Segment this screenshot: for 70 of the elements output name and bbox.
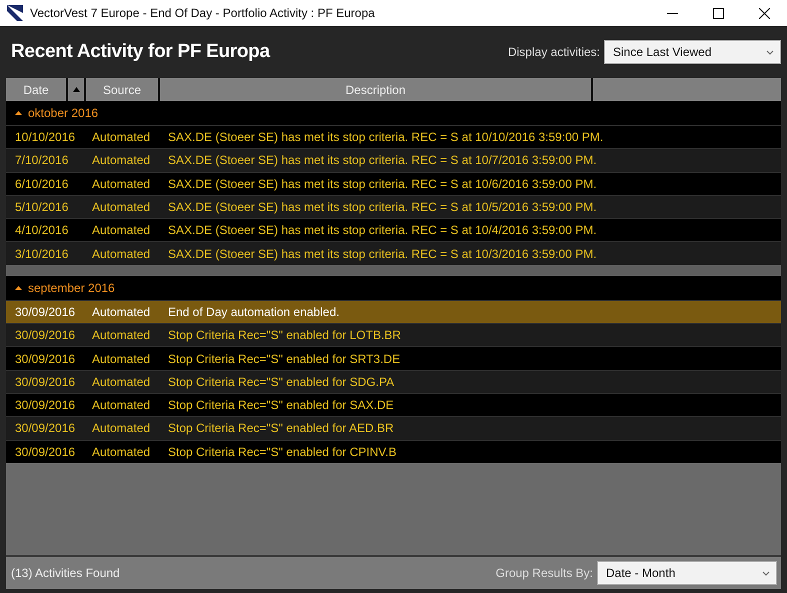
description-cell-text: Stop Criteria Rec="S" enabled for SAX.DE <box>167 398 395 412</box>
activity-row[interactable]: 30/09/2016 Automated Stop Criteria Rec="S" enabled for SAX.DE <box>6 392 781 416</box>
source-cell-text: Automated <box>91 130 152 144</box>
description-cell-text: Stop Criteria Rec="S" enabled for AED.BR <box>167 421 395 436</box>
date-cell-text: 5/10/2016 <box>14 200 70 214</box>
display-label: Display activities: <box>508 45 600 59</box>
collapse-icon[interactable] <box>15 286 22 290</box>
date-cell-text: 30/09/2016 <box>14 328 76 342</box>
maximize-icon <box>712 8 724 18</box>
date-cell-text: 30/09/2016 <box>14 398 76 412</box>
source-cell-text: Automated <box>91 153 152 168</box>
window-title: VectorVest 7 Europe - End Of Day - Portfolio Activity : PF Europa <box>30 6 376 20</box>
activity-row[interactable]: 30/09/2016 Automated Stop Criteria Rec="S" enabled for AED.BR <box>6 416 781 440</box>
date-cell-text: 6/10/2016 <box>14 176 70 191</box>
date-cell-text: 30/09/2016 <box>14 444 76 459</box>
description-cell-text: End of Day automation enabled. <box>167 304 340 319</box>
activity-row[interactable]: 4/10/2016 Automated SAX.DE (Stoeer SE) has met its stop criteria. REC = S at 10/4/2016 3:59:00 PM. <box>6 218 781 242</box>
group-label: september 2016 <box>28 280 115 295</box>
activity-row[interactable]: 30/09/2016 Automated End of Day automation enabled. <box>6 300 781 324</box>
source-cell-text: Automated <box>91 374 152 389</box>
description-cell-text: Stop Criteria Rec="S" enabled for CPINV.B <box>167 444 398 459</box>
description-cell-text: SAX.DE (Stoeer SE) has met its stop criteria. REC = S at 10/5/2016 3:59:00 PM. <box>167 200 598 214</box>
activity-row[interactable]: 5/10/2016 Automated SAX.DE (Stoeer SE) has met its stop criteria. REC = S at 10/5/2016 3:59:00 PM. <box>6 194 781 218</box>
display-dropdown[interactable]: Since Last Viewed <box>604 40 781 64</box>
date-cell-text: 30/09/2016 <box>14 352 76 366</box>
source-cell-text: Automated <box>91 421 152 436</box>
source-cell-text: Automated <box>91 328 152 342</box>
description-cell-text: SAX.DE (Stoeer SE) has met its stop criteria. REC = S at 10/4/2016 3:59:00 PM. <box>167 223 598 238</box>
source-cell-text: Automated <box>91 398 152 412</box>
activity-count: (13) Activities Found <box>11 566 121 580</box>
activity-row[interactable]: 30/09/2016 Automated Stop Criteria Rec="S" enabled for SDG.PA <box>6 370 781 393</box>
description-cell-text: SAX.DE (Stoeer SE) has met its stop criteria. REC = S at 10/6/2016 3:59:00 PM. <box>167 176 598 191</box>
description-cell-text: Stop Criteria Rec="S" enabled for SDG.PA <box>167 374 396 389</box>
source-cell-text: Automated <box>91 246 152 261</box>
description-cell-text: SAX.DE (Stoeer SE) has met its stop criteria. REC = S at 10/7/2016 3:59:00 PM. <box>167 153 598 168</box>
sort-arrow-icon <box>72 87 80 92</box>
group-by-dropdown[interactable]: Date - Month <box>597 561 777 585</box>
description-cell-text: SAX.DE (Stoeer SE) has met its stop criteria. REC = S at 10/3/2016 3:59:00 PM. <box>167 246 598 261</box>
source-cell-text: Automated <box>91 223 152 238</box>
source-cell-text: Automated <box>91 304 152 319</box>
activity-row[interactable]: 6/10/2016 Automated SAX.DE (Stoeer SE) has met its stop criteria. REC = S at 10/6/2016 3:59:00 PM. <box>6 172 781 195</box>
source-cell-text: Automated <box>91 176 152 191</box>
close-icon <box>758 8 770 18</box>
logo-icon <box>7 5 23 21</box>
activity-row[interactable]: 30/09/2016 Automated Stop Criteria Rec="S" enabled for LOTB.BR <box>6 323 781 346</box>
date-cell-text: 10/10/2016 <box>14 130 76 144</box>
description-cell-text: Stop Criteria Rec="S" enabled for LOTB.BR <box>167 328 402 342</box>
date-cell-text: 30/09/2016 <box>14 421 76 436</box>
minimize-icon <box>666 12 678 14</box>
activity-row[interactable]: 3/10/2016 Automated SAX.DE (Stoeer SE) has met its stop criteria. REC = S at 10/3/2016 3:59:00 PM. <box>6 241 781 265</box>
collapse-icon[interactable] <box>15 111 22 115</box>
source-cell-text: Automated <box>91 352 152 366</box>
group-by-label: Group Results By: <box>496 566 593 580</box>
caret-icon <box>766 50 774 54</box>
date-cell-text: 30/09/2016 <box>14 304 76 319</box>
date-cell-text: 4/10/2016 <box>14 223 70 238</box>
date-cell-text: 7/10/2016 <box>14 153 70 168</box>
description-cell-text: Stop Criteria Rec="S" enabled for SRT3.DE <box>167 352 402 366</box>
date-cell-text: 3/10/2016 <box>14 246 70 261</box>
page-heading: Recent Activity for PF Europa <box>11 41 272 63</box>
activity-row[interactable]: 10/10/2016 Automated SAX.DE (Stoeer SE) has met its stop criteria. REC = S at 10/10/2016 3:59:00 PM. <box>6 125 781 148</box>
activity-row[interactable]: 30/09/2016 Automated Stop Criteria Rec="S" enabled for SRT3.DE <box>6 346 781 370</box>
activity-row[interactable]: 7/10/2016 Automated SAX.DE (Stoeer SE) has met its stop criteria. REC = S at 10/7/2016 3:59:00 PM. <box>6 148 781 172</box>
source-cell-text: Automated <box>91 444 152 459</box>
description-cell-text: SAX.DE (Stoeer SE) has met its stop criteria. REC = S at 10/10/2016 3:59:00 PM. <box>167 130 604 144</box>
group-label: oktober 2016 <box>28 106 98 120</box>
activity-row[interactable]: 30/09/2016 Automated Stop Criteria Rec="S" enabled for CPINV.B <box>6 440 781 463</box>
date-cell-text: 30/09/2016 <box>14 374 76 389</box>
source-cell-text: Automated <box>91 200 152 214</box>
caret-icon <box>762 570 770 576</box>
